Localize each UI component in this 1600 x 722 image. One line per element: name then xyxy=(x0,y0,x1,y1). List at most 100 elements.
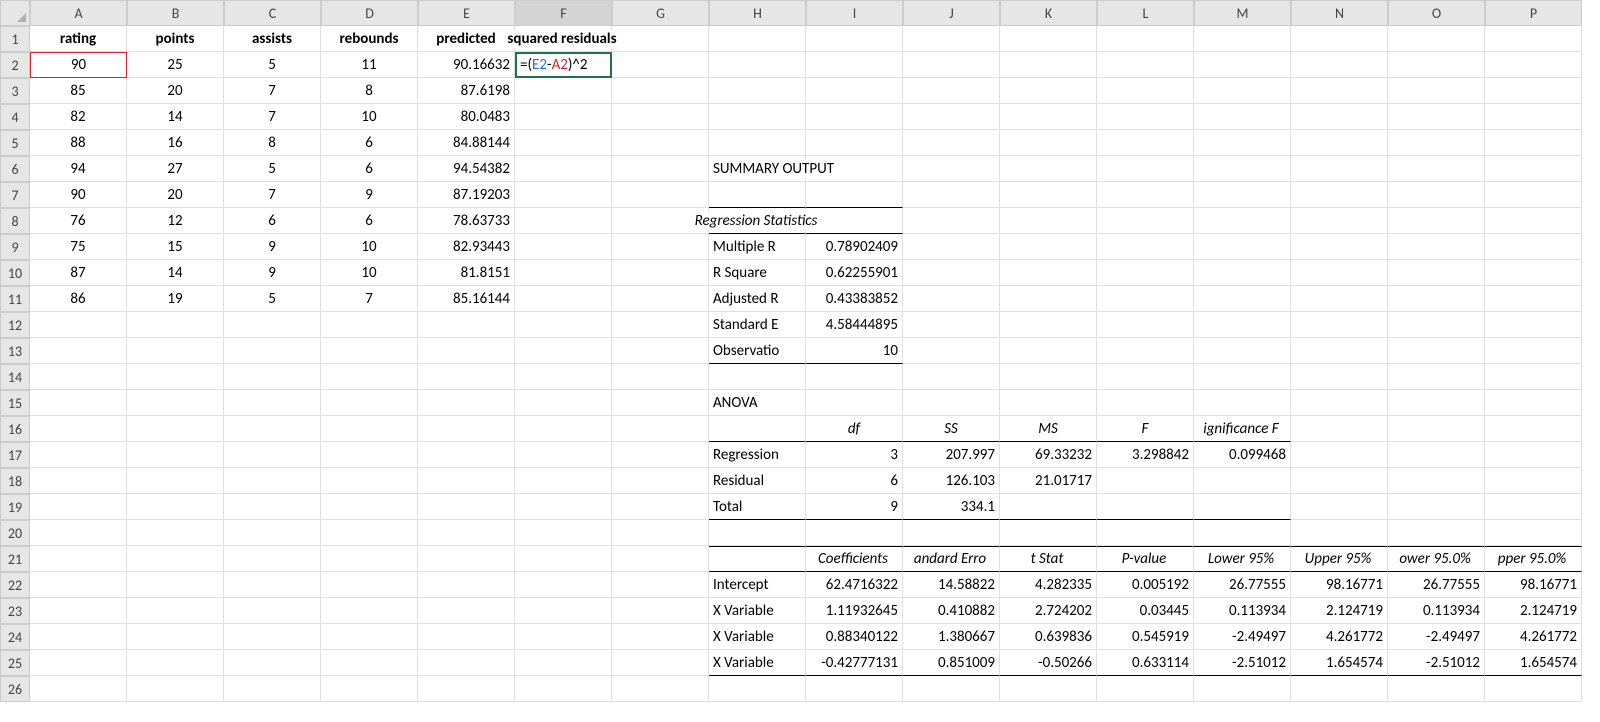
cell-K4[interactable] xyxy=(1000,104,1097,130)
cell-F6[interactable] xyxy=(515,156,612,182)
cell-H10[interactable]: R Square xyxy=(709,260,806,286)
cell-E9[interactable]: 82.93443 xyxy=(418,234,515,260)
cell-J16[interactable]: SS xyxy=(903,416,1000,442)
cell-M23[interactable]: 0.113934 xyxy=(1194,598,1291,624)
cell-H9[interactable]: Multiple R xyxy=(709,234,806,260)
cell-M6[interactable] xyxy=(1194,156,1291,182)
cell-D10[interactable]: 10 xyxy=(321,260,418,286)
col-header-I[interactable]: I xyxy=(806,0,903,26)
row-header-15[interactable]: 15 xyxy=(0,390,30,416)
cell-F4[interactable] xyxy=(515,104,612,130)
row-header-18[interactable]: 18 xyxy=(0,468,30,494)
cell-L13[interactable] xyxy=(1097,338,1194,364)
cell-P13[interactable] xyxy=(1485,338,1582,364)
cell-G2[interactable] xyxy=(612,52,709,78)
cell-G9[interactable] xyxy=(612,234,709,260)
cell-B14[interactable] xyxy=(127,364,224,390)
cell-N23[interactable]: 2.124719 xyxy=(1291,598,1388,624)
cell-C11[interactable]: 5 xyxy=(224,286,321,312)
cell-C20[interactable] xyxy=(224,520,321,546)
cell-L18[interactable] xyxy=(1097,468,1194,494)
cell-A14[interactable] xyxy=(30,364,127,390)
row-header-13[interactable]: 13 xyxy=(0,338,30,364)
cell-E16[interactable] xyxy=(418,416,515,442)
cell-B12[interactable] xyxy=(127,312,224,338)
cell-C16[interactable] xyxy=(224,416,321,442)
cell-B15[interactable] xyxy=(127,390,224,416)
cell-K21[interactable]: t Stat xyxy=(1000,546,1097,572)
row-header-25[interactable]: 25 xyxy=(0,650,30,676)
cell-L20[interactable] xyxy=(1097,520,1194,546)
row-header-9[interactable]: 9 xyxy=(0,234,30,260)
cell-J8[interactable] xyxy=(903,208,1000,234)
cell-P11[interactable] xyxy=(1485,286,1582,312)
cell-P22[interactable]: 98.16771 xyxy=(1485,572,1582,598)
cell-D1[interactable]: rebounds xyxy=(321,26,418,52)
cell-D22[interactable] xyxy=(321,572,418,598)
cell-I11[interactable]: 0.43383852 xyxy=(806,286,903,312)
row-header-19[interactable]: 19 xyxy=(0,494,30,520)
cell-E24[interactable] xyxy=(418,624,515,650)
cell-M12[interactable] xyxy=(1194,312,1291,338)
cell-H3[interactable] xyxy=(709,78,806,104)
cell-B8[interactable]: 12 xyxy=(127,208,224,234)
cell-N1[interactable] xyxy=(1291,26,1388,52)
cell-G18[interactable] xyxy=(612,468,709,494)
cell-G21[interactable] xyxy=(612,546,709,572)
cell-E22[interactable] xyxy=(418,572,515,598)
cell-C6[interactable]: 5 xyxy=(224,156,321,182)
cell-G15[interactable] xyxy=(612,390,709,416)
cell-L23[interactable]: 0.03445 xyxy=(1097,598,1194,624)
cell-A2[interactable]: 90 xyxy=(30,52,127,78)
col-header-H[interactable]: H xyxy=(709,0,806,26)
cell-J11[interactable] xyxy=(903,286,1000,312)
cell-B2[interactable]: 25 xyxy=(127,52,224,78)
cell-A8[interactable]: 76 xyxy=(30,208,127,234)
cell-M5[interactable] xyxy=(1194,130,1291,156)
cell-B20[interactable] xyxy=(127,520,224,546)
cell-C15[interactable] xyxy=(224,390,321,416)
cell-K6[interactable] xyxy=(1000,156,1097,182)
cell-M1[interactable] xyxy=(1194,26,1291,52)
cell-M18[interactable] xyxy=(1194,468,1291,494)
cell-F15[interactable] xyxy=(515,390,612,416)
cell-I16[interactable]: df xyxy=(806,416,903,442)
cell-L26[interactable] xyxy=(1097,676,1194,702)
cell-L14[interactable] xyxy=(1097,364,1194,390)
cell-A21[interactable] xyxy=(30,546,127,572)
cell-C25[interactable] xyxy=(224,650,321,676)
cell-H6[interactable]: SUMMARY OUTPUT xyxy=(709,156,806,182)
cell-O17[interactable] xyxy=(1388,442,1485,468)
cell-K14[interactable] xyxy=(1000,364,1097,390)
cell-G10[interactable] xyxy=(612,260,709,286)
cell-P20[interactable] xyxy=(1485,520,1582,546)
cell-H7[interactable] xyxy=(709,182,806,208)
row-header-10[interactable]: 10 xyxy=(0,260,30,286)
cell-D8[interactable]: 6 xyxy=(321,208,418,234)
row-header-21[interactable]: 21 xyxy=(0,546,30,572)
cell-M2[interactable] xyxy=(1194,52,1291,78)
cell-J19[interactable]: 334.1 xyxy=(903,494,1000,520)
cell-G11[interactable] xyxy=(612,286,709,312)
cell-D4[interactable]: 10 xyxy=(321,104,418,130)
cell-O6[interactable] xyxy=(1388,156,1485,182)
cell-K12[interactable] xyxy=(1000,312,1097,338)
col-header-O[interactable]: O xyxy=(1388,0,1485,26)
cell-M26[interactable] xyxy=(1194,676,1291,702)
cell-I5[interactable] xyxy=(806,130,903,156)
cell-H15[interactable]: ANOVA xyxy=(709,390,806,416)
col-header-D[interactable]: D xyxy=(321,0,418,26)
cell-O14[interactable] xyxy=(1388,364,1485,390)
cell-P17[interactable] xyxy=(1485,442,1582,468)
cell-A10[interactable]: 87 xyxy=(30,260,127,286)
cell-O10[interactable] xyxy=(1388,260,1485,286)
cell-K19[interactable] xyxy=(1000,494,1097,520)
cell-C19[interactable] xyxy=(224,494,321,520)
cell-E6[interactable]: 94.54382 xyxy=(418,156,515,182)
cell-I17[interactable]: 3 xyxy=(806,442,903,468)
cell-G26[interactable] xyxy=(612,676,709,702)
cell-N19[interactable] xyxy=(1291,494,1388,520)
cell-I18[interactable]: 6 xyxy=(806,468,903,494)
cell-P4[interactable] xyxy=(1485,104,1582,130)
cell-A4[interactable]: 82 xyxy=(30,104,127,130)
